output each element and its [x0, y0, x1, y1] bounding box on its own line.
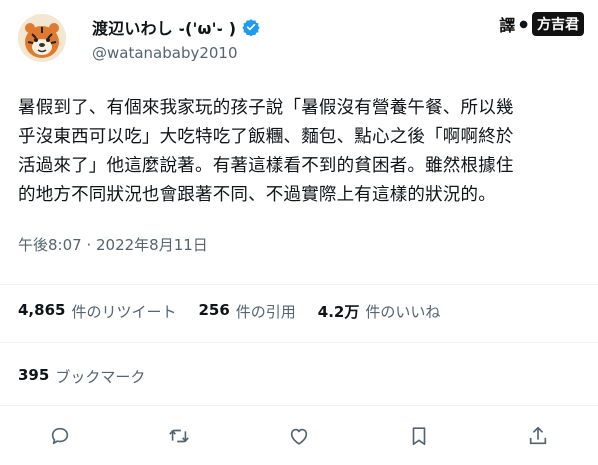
retweet-icon [169, 429, 190, 443]
reply-icon [51, 427, 68, 445]
quotes-stat[interactable]: 256 件の引用 [198, 301, 295, 322]
engagement-stats: 4,865 件のリツイート 256 件の引用 4.2万 件のいいね [18, 301, 440, 322]
retweets-stat[interactable]: 4,865 件のリツイート [18, 301, 176, 322]
bookmarks-label: ブックマーク [55, 368, 146, 386]
like-button[interactable] [282, 419, 316, 453]
bookmarks-stat[interactable]: 395 ブックマーク [18, 366, 145, 387]
divider [0, 342, 598, 343]
bookmark-button[interactable] [402, 419, 436, 453]
quotes-count: 256 [198, 301, 230, 319]
verified-badge-icon [242, 18, 260, 37]
watermark-char: 譯 [499, 16, 516, 35]
reply-button[interactable] [43, 419, 77, 453]
retweet-button[interactable] [162, 419, 196, 453]
avatar[interactable] [18, 14, 66, 62]
likes-count: 4.2万 [317, 303, 360, 321]
display-name[interactable]: 渡辺いわし ֊('ω'֊ ) [92, 15, 236, 39]
tweet-text: 暑假到了、有個來我家玩的孩子說「暑假沒有營養午餐、所以幾 乎沒東西可以吃」大吃特… [18, 98, 514, 205]
tweet-timestamp[interactable]: 午後8:07 · 2022年8月11日 [18, 234, 208, 255]
likes-stat[interactable]: 4.2万 件のいいね [318, 301, 441, 322]
tweet-header: 渡辺いわし ֊('ω'֊ ) @watanababy2010 譯 ● 方吉君 [0, 0, 598, 80]
share-icon [530, 426, 547, 445]
quotes-label: 件の引用 [235, 303, 296, 321]
bookmarks-count: 395 [18, 366, 50, 384]
retweets-count: 4,865 [18, 301, 66, 319]
share-button[interactable] [521, 419, 555, 453]
like-icon [290, 428, 308, 445]
tiger-avatar-image [18, 14, 66, 62]
translator-watermark: 譯 ● 方吉君 [499, 10, 584, 38]
bookmark-icon [412, 427, 425, 446]
divider [0, 405, 598, 406]
user-handle[interactable]: @watanababy2010 [92, 44, 238, 62]
watermark-label: 方吉君 [532, 12, 584, 36]
action-bar [0, 418, 598, 454]
divider [0, 284, 598, 285]
likes-label: 件のいいね [365, 303, 441, 321]
retweets-label: 件のリツイート [71, 303, 177, 321]
